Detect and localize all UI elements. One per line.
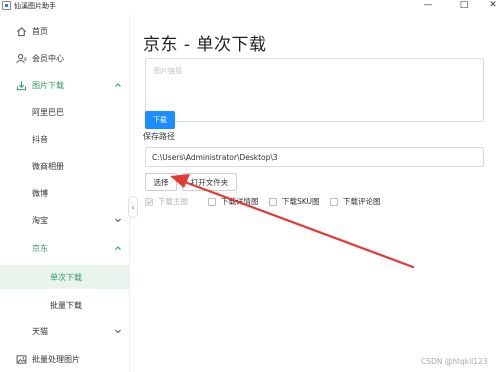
home-icon (15, 25, 27, 37)
sidebar-item-label: 首页 (32, 26, 48, 36)
image-url-field[interactable] (145, 58, 484, 122)
sidebar-item-weibo[interactable]: 微博 (0, 181, 130, 205)
open-folder-button[interactable]: 打开文件夹 (182, 173, 237, 191)
download-button[interactable]: 下载 (145, 111, 175, 129)
sidebar-item-jd[interactable]: 京东 (0, 236, 130, 260)
sidebar-item-alibaba[interactable]: 阿里巴巴 (0, 100, 130, 124)
watermark-text: CSDN @htqkll123 (421, 357, 488, 366)
sidebar-item-label: 图片下载 (32, 80, 64, 90)
sidebar-item-batch-process[interactable]: 批量处理图片 (0, 347, 130, 371)
sidebar-item-single-download[interactable]: 单次下载 (0, 265, 130, 289)
save-path-label: 保存路径 (143, 132, 175, 141)
sidebar-item-label: 抖音 (32, 134, 48, 144)
checkbox-box[interactable] (269, 197, 277, 206)
sidebar-item-tmall[interactable]: 天猫 (0, 319, 130, 343)
checkbox-box[interactable] (145, 197, 153, 206)
chevron-up-icon (115, 246, 121, 250)
sidebar-item-label: 阿里巴巴 (32, 107, 64, 117)
user-icon (15, 52, 27, 64)
sidebar-item-home[interactable]: 首页 (0, 19, 130, 43)
download-detail-image-checkbox[interactable]: 下载详情图 (208, 196, 259, 207)
sidebar-item-label: 会员中心 (32, 53, 64, 63)
window-title: 仙溪图片助手 (14, 2, 56, 10)
download-icon (15, 79, 27, 91)
chevron-up-icon (115, 83, 121, 87)
sidebar-item-label: 淘宝 (32, 215, 48, 225)
sidebar: 首页 会员中心 图片下载 阿里巴巴 抖音 微商相册 微博 淘宝 京东 单次下载 … (0, 14, 130, 372)
sidebar-item-batch-download[interactable]: 批量下载 (0, 293, 130, 317)
page-title: 京东 - 单次下载 (143, 35, 267, 55)
close-button[interactable]: ✕ (484, 0, 499, 12)
sidebar-item-taobao[interactable]: 淘宝 (0, 208, 130, 232)
checkbox-label: 下载SKU图 (282, 197, 320, 206)
title-bar: 仙溪图片助手 — □ ✕ (0, 0, 499, 12)
app-logo-icon (2, 1, 11, 10)
checkbox-label: 下载评论图 (343, 197, 381, 206)
chevron-down-icon (115, 329, 121, 334)
sidebar-item-douyin[interactable]: 抖音 (0, 127, 130, 151)
save-path-input[interactable] (145, 147, 484, 167)
minimize-button[interactable]: — (419, 0, 437, 12)
maximize-button[interactable]: □ (455, 0, 473, 12)
checkbox-box[interactable] (330, 197, 338, 206)
sidebar-item-weishang-album[interactable]: 微商相册 (0, 154, 130, 178)
sidebar-collapse-button[interactable]: ‹ (128, 196, 138, 218)
sidebar-item-label: 单次下载 (50, 272, 82, 282)
sidebar-item-label: 批量处理图片 (32, 354, 80, 364)
checkbox-box[interactable] (208, 197, 216, 206)
image-icon (15, 353, 27, 365)
download-main-image-checkbox[interactable]: 下载主图 (145, 196, 188, 207)
sidebar-item-label: 微博 (32, 188, 48, 198)
sidebar-item-label: 京东 (32, 243, 48, 253)
chevron-down-icon (115, 218, 121, 223)
sidebar-item-member-center[interactable]: 会员中心 (0, 46, 130, 70)
choose-button[interactable]: 选择 (145, 173, 177, 191)
image-url-input[interactable] (146, 59, 483, 121)
checkbox-label: 下载主图 (158, 197, 188, 206)
sidebar-item-label: 批量下载 (50, 300, 82, 310)
checkbox-label: 下载详情图 (221, 197, 259, 206)
sidebar-item-label: 微商相册 (32, 161, 64, 171)
sidebar-item-label: 天猫 (32, 326, 48, 336)
sidebar-item-image-download[interactable]: 图片下载 (0, 73, 130, 97)
download-review-image-checkbox[interactable]: 下载评论图 (330, 196, 381, 207)
main-content: 京东 - 单次下载 下载 保存路径 选择 打开文件夹 下载主图 下载详情图 下载… (138, 14, 499, 372)
download-sku-image-checkbox[interactable]: 下载SKU图 (269, 196, 319, 207)
